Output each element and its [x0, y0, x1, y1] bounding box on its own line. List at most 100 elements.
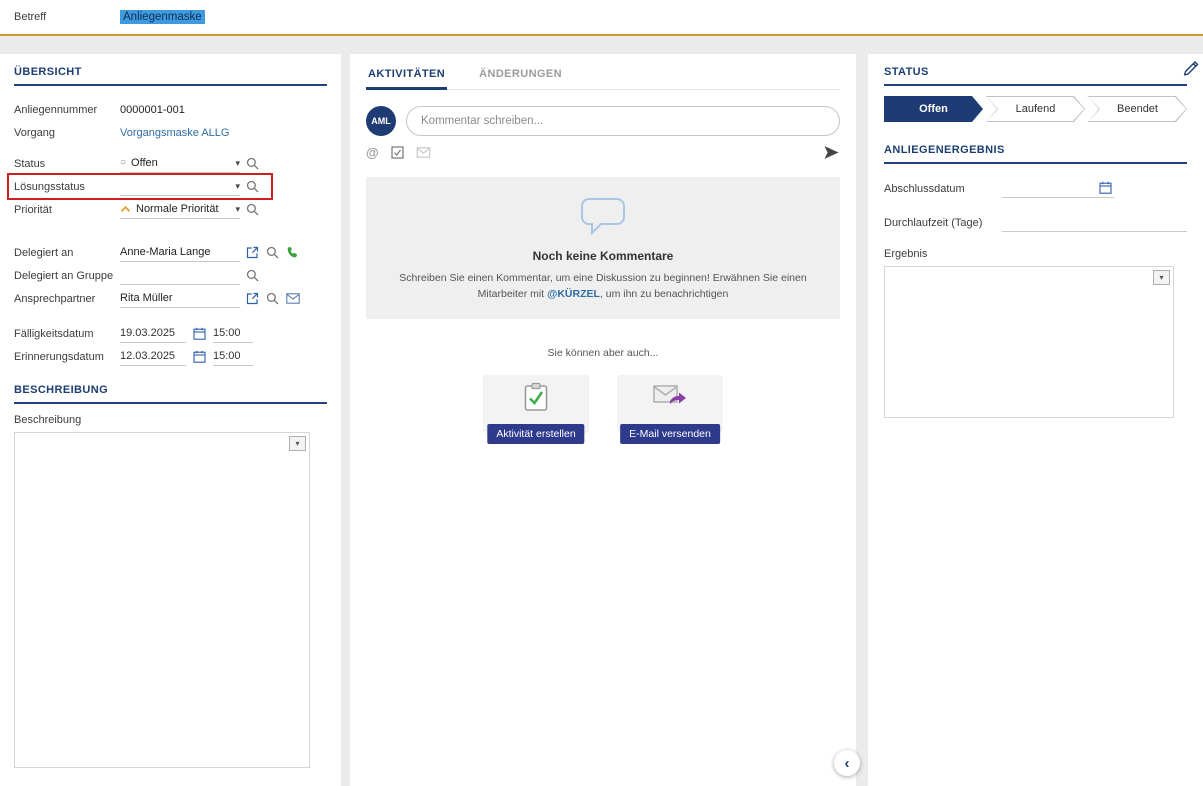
create-activity-button[interactable]: Aktivität erstellen: [487, 424, 584, 444]
betreff-label: Betreff: [14, 11, 120, 23]
field-label: Priorität: [14, 204, 120, 216]
edit-corner-icon[interactable]: [1181, 56, 1201, 76]
calendar-icon[interactable]: [1099, 181, 1112, 194]
create-activity-card[interactable]: Aktivität erstellen: [483, 375, 589, 433]
chevron-down-icon: ▾: [1159, 273, 1163, 282]
task-check-icon[interactable]: [391, 146, 404, 159]
beschreibung-dropdown-button[interactable]: ▾: [289, 436, 306, 451]
chevron-down-icon[interactable]: ▾: [235, 159, 240, 168]
send-icon[interactable]: [823, 144, 840, 161]
beschreibung-textarea[interactable]: ▾: [14, 432, 310, 768]
avatar: AML: [366, 106, 396, 136]
clipboard-check-icon: [522, 382, 550, 412]
status-step-laufend[interactable]: Laufend: [986, 96, 1085, 122]
ergebnis-dropdown-button[interactable]: ▾: [1153, 270, 1170, 285]
abschlussdatum-input[interactable]: [1002, 178, 1114, 198]
status-select[interactable]: ○ Offen ▾: [120, 154, 240, 173]
search-icon[interactable]: [246, 203, 259, 216]
field-label: Erinnerungsdatum: [14, 351, 120, 363]
erinnerungsdatum-date-input[interactable]: 12.03.2025: [120, 347, 186, 366]
field-anliegennummer: Anliegennummer 0000001-001: [14, 98, 327, 121]
uebersicht-panel: ÜBERSICHT Anliegennummer 0000001-001 Vor…: [0, 54, 341, 786]
betreff-input[interactable]: Anliegenmaske: [120, 6, 1203, 28]
field-status: Status ○ Offen ▾: [14, 152, 327, 175]
field-delegiert-an-gruppe: Delegiert an Gruppe: [14, 264, 327, 287]
field-label: Durchlaufzeit (Tage): [884, 217, 1002, 232]
calendar-icon[interactable]: [193, 350, 206, 363]
status-steps: Offen Laufend Beendet: [884, 96, 1187, 122]
comment-input[interactable]: [406, 106, 840, 136]
field-label: Anliegennummer: [14, 104, 120, 116]
anliegenergebnis-header: ANLIEGENERGEBNIS: [884, 144, 1187, 164]
mention-token: @KÜRZEL: [547, 288, 600, 300]
vorgang-link[interactable]: Vorgangsmaske ALLG: [120, 123, 240, 142]
field-ansprechpartner: Ansprechpartner Rita Müller: [14, 287, 327, 310]
search-icon[interactable]: [246, 269, 259, 282]
search-icon[interactable]: [266, 246, 279, 259]
tab-aenderungen[interactable]: ÄNDERUNGEN: [477, 66, 564, 90]
field-vorgang: Vorgang Vorgangsmaske ALLG: [14, 121, 327, 144]
faelligkeitsdatum-date-input[interactable]: 19.03.2025: [120, 324, 186, 343]
aktivitaeten-panel: AKTIVITÄTEN ÄNDERUNGEN AML @ Noch keine …: [350, 54, 856, 786]
calendar-icon[interactable]: [193, 327, 206, 340]
empty-state-title: Noch keine Kommentare: [394, 249, 812, 263]
field-label: Ansprechpartner: [14, 293, 120, 305]
ergebnis-label: Ergebnis: [884, 248, 1187, 260]
open-record-icon[interactable]: [246, 292, 259, 305]
collapse-sidebar-button[interactable]: ‹: [834, 750, 860, 776]
field-durchlaufzeit: Durchlaufzeit (Tage): [884, 210, 1187, 232]
status-step-beendet[interactable]: Beendet: [1088, 96, 1187, 122]
mail-forward-icon: [653, 382, 687, 408]
chevron-down-icon[interactable]: ▾: [235, 205, 240, 214]
speech-bubble-icon: [580, 197, 626, 237]
mail-icon[interactable]: [286, 293, 300, 304]
field-label: Delegiert an Gruppe: [14, 270, 120, 282]
phone-icon[interactable]: [286, 246, 299, 259]
status-step-offen[interactable]: Offen: [884, 96, 983, 122]
also-text: Sie können aber auch...: [366, 347, 840, 359]
durchlaufzeit-input[interactable]: [1002, 212, 1187, 232]
empty-state-text: Schreiben Sie einen Kommentar, um eine D…: [394, 270, 812, 303]
field-label: Fälligkeitsdatum: [14, 328, 120, 340]
delegiert-an-input[interactable]: Anne-Maria Lange: [120, 243, 240, 262]
ergebnis-textarea[interactable]: ▾: [884, 266, 1174, 418]
chevron-down-icon[interactable]: ▾: [235, 182, 240, 191]
ansprechpartner-input[interactable]: Rita Müller: [120, 289, 240, 308]
search-icon[interactable]: [246, 180, 259, 193]
field-erinnerungsdatum: Erinnerungsdatum 12.03.2025 15:00: [14, 345, 327, 368]
tabbar: AKTIVITÄTEN ÄNDERUNGEN: [366, 66, 840, 90]
field-label: Lösungsstatus: [14, 181, 120, 193]
field-prioritaet: Priorität Normale Priorität ▾: [14, 198, 327, 221]
betreff-bar: Betreff Anliegenmaske: [0, 0, 1203, 36]
open-record-icon[interactable]: [246, 246, 259, 259]
faelligkeitsdatum-time-input[interactable]: 15:00: [213, 324, 253, 343]
prioritaet-select[interactable]: Normale Priorität ▾: [120, 200, 240, 219]
uebersicht-header: ÜBERSICHT: [14, 66, 327, 86]
field-label: Vorgang: [14, 127, 120, 139]
search-icon[interactable]: [246, 157, 259, 170]
mention-icon[interactable]: @: [366, 146, 379, 159]
field-value: 0000001-001: [120, 100, 240, 119]
status-panel: STATUS Offen Laufend Beendet ANLIEGENERG…: [868, 54, 1203, 786]
send-email-button[interactable]: E-Mail versenden: [620, 424, 720, 444]
status-circle-icon: ○: [120, 158, 126, 168]
mail-icon[interactable]: [416, 147, 431, 158]
betreff-selected-text: Anliegenmaske: [120, 10, 205, 24]
search-icon[interactable]: [266, 292, 279, 305]
field-loesungsstatus: Lösungsstatus ▾: [14, 175, 327, 198]
field-label: Status: [14, 158, 120, 170]
erinnerungsdatum-time-input[interactable]: 15:00: [213, 347, 253, 366]
delegiert-an-gruppe-input[interactable]: [120, 266, 240, 285]
field-label: Abschlussdatum: [884, 183, 1002, 198]
send-email-card[interactable]: E-Mail versenden: [617, 375, 723, 433]
status-value: Offen: [131, 157, 158, 169]
tab-aktivitaeten[interactable]: AKTIVITÄTEN: [366, 66, 447, 90]
empty-state-text-part: , um ihn zu benachrichtigen: [600, 288, 728, 300]
delegiert-an-value: Anne-Maria Lange: [120, 246, 211, 258]
content-area: ÜBERSICHT Anliegennummer 0000001-001 Vor…: [0, 38, 1203, 786]
loesungsstatus-select[interactable]: ▾: [120, 177, 240, 196]
chevron-left-icon: ‹: [845, 755, 850, 772]
ansprechpartner-value: Rita Müller: [120, 292, 173, 304]
status-header: STATUS: [884, 66, 1187, 86]
field-label: Delegiert an: [14, 247, 120, 259]
